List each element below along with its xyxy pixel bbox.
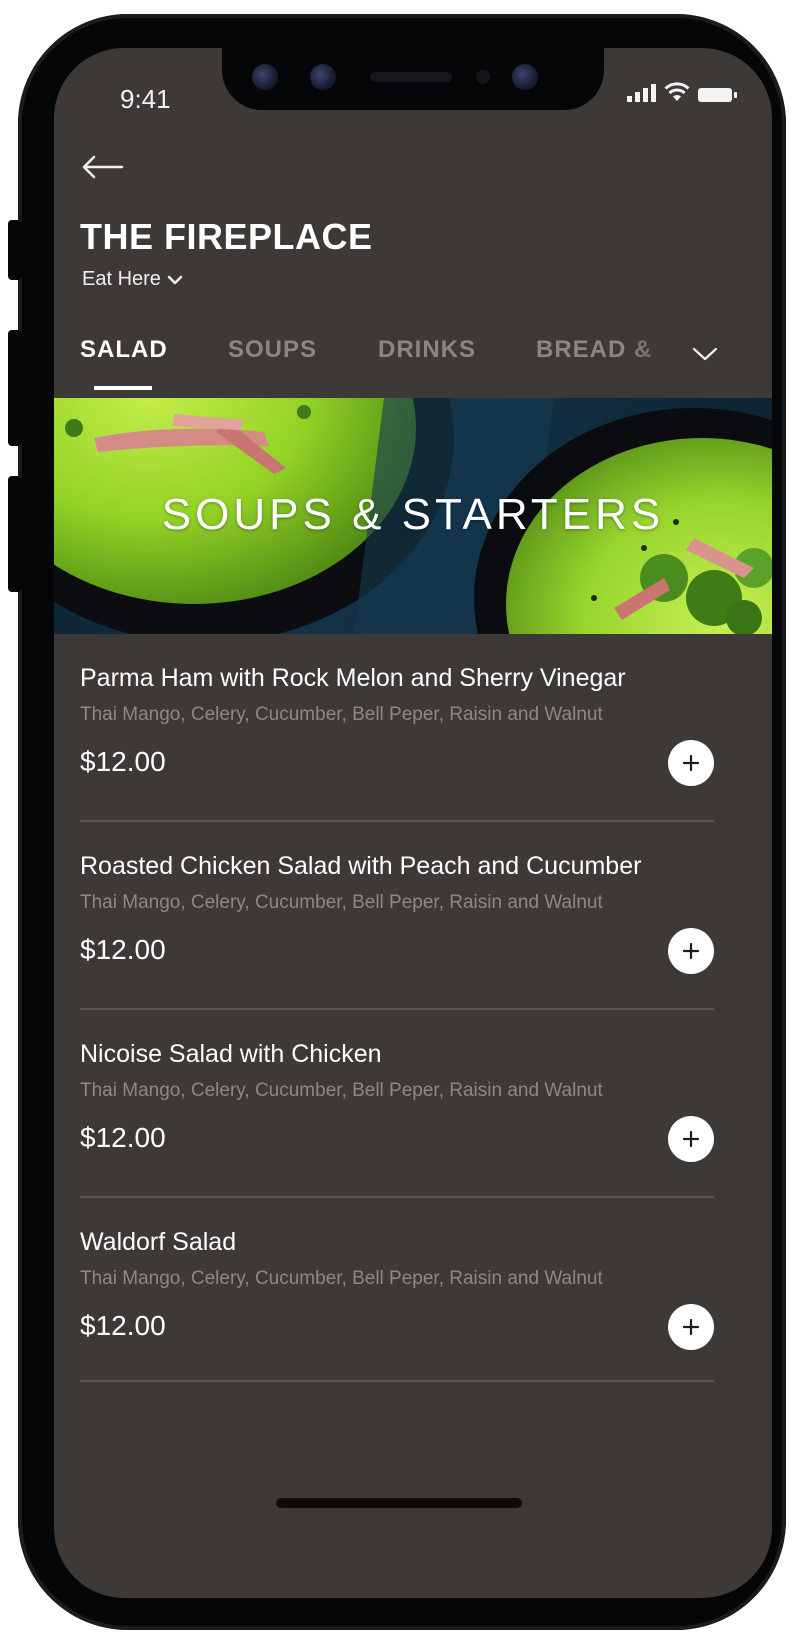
arrow-left-icon[interactable] xyxy=(80,152,124,182)
add-item-button[interactable] xyxy=(668,928,714,974)
tab-salad[interactable]: SALAD xyxy=(80,336,168,364)
earpiece-speaker xyxy=(370,72,452,82)
menu-item-name: Nicoise Salad with Chicken xyxy=(80,1040,382,1068)
plus-icon xyxy=(682,1318,700,1336)
status-time: 9:41 xyxy=(120,84,171,114)
phone-volume-down xyxy=(8,476,22,592)
front-camera xyxy=(252,64,278,90)
phone-notch xyxy=(222,48,604,110)
menu-item-name: Roasted Chicken Salad with Peach and Cuc… xyxy=(80,852,642,880)
menu-item-price: $12.00 xyxy=(80,1122,166,1153)
menu-item: Parma Ham with Rock Melon and Sherry Vin… xyxy=(80,634,714,822)
face-id-camera xyxy=(512,64,538,90)
hero-title: SOUPS & STARTERS xyxy=(161,490,665,539)
add-item-button[interactable] xyxy=(668,1116,714,1162)
status-icons xyxy=(627,82,737,102)
menu-list: Parma Ham with Rock Melon and Sherry Vin… xyxy=(80,634,714,1382)
category-tabs: SALAD SOUPS DRINKS BREAD & xyxy=(54,330,772,398)
active-tab-indicator xyxy=(94,386,152,390)
plus-icon xyxy=(682,754,700,772)
front-sensor xyxy=(310,64,336,90)
menu-item-description: Thai Mango, Celery, Cucumber, Bell Peper… xyxy=(80,892,603,913)
menu-item-price: $12.00 xyxy=(80,1310,166,1341)
wifi-icon xyxy=(664,82,690,101)
menu-item: Waldorf Salad Thai Mango, Celery, Cucumb… xyxy=(80,1198,714,1382)
menu-item: Roasted Chicken Salad with Peach and Cuc… xyxy=(80,822,714,1010)
chevron-down-icon[interactable] xyxy=(690,342,720,366)
dining-mode-label: Eat Here xyxy=(82,268,161,290)
add-item-button[interactable] xyxy=(668,1304,714,1350)
plus-icon xyxy=(682,1130,700,1148)
battery-icon xyxy=(698,88,737,102)
plus-icon xyxy=(682,942,700,960)
phone-volume-up xyxy=(8,330,22,446)
menu-item-description: Thai Mango, Celery, Cucumber, Bell Peper… xyxy=(80,1268,603,1289)
menu-item-price: $12.00 xyxy=(80,934,166,965)
tab-soups[interactable]: SOUPS xyxy=(228,336,317,364)
menu-item-price: $12.00 xyxy=(80,746,166,777)
home-indicator[interactable] xyxy=(276,1498,522,1508)
chevron-down-icon xyxy=(167,275,183,284)
phone-mute-switch xyxy=(8,220,22,280)
hero-banner: SOUPS & STARTERS xyxy=(54,398,772,634)
menu-item-name: Parma Ham with Rock Melon and Sherry Vin… xyxy=(80,664,626,692)
menu-item-description: Thai Mango, Celery, Cucumber, Bell Peper… xyxy=(80,704,603,725)
menu-item-description: Thai Mango, Celery, Cucumber, Bell Peper… xyxy=(80,1080,603,1101)
dining-mode-selector[interactable]: Eat Here xyxy=(82,268,183,291)
signal-icon xyxy=(627,84,656,102)
menu-item: Nicoise Salad with Chicken Thai Mango, C… xyxy=(80,1010,714,1198)
tab-drinks[interactable]: DRINKS xyxy=(378,336,476,364)
app-screen: 9:41 THE FIREPLACE Eat Here SALAD SOUPS … xyxy=(54,48,772,1598)
menu-item-name: Waldorf Salad xyxy=(80,1228,237,1256)
venue-title: THE FIREPLACE xyxy=(80,216,373,257)
proximity-sensor xyxy=(476,70,490,84)
add-item-button[interactable] xyxy=(668,740,714,786)
